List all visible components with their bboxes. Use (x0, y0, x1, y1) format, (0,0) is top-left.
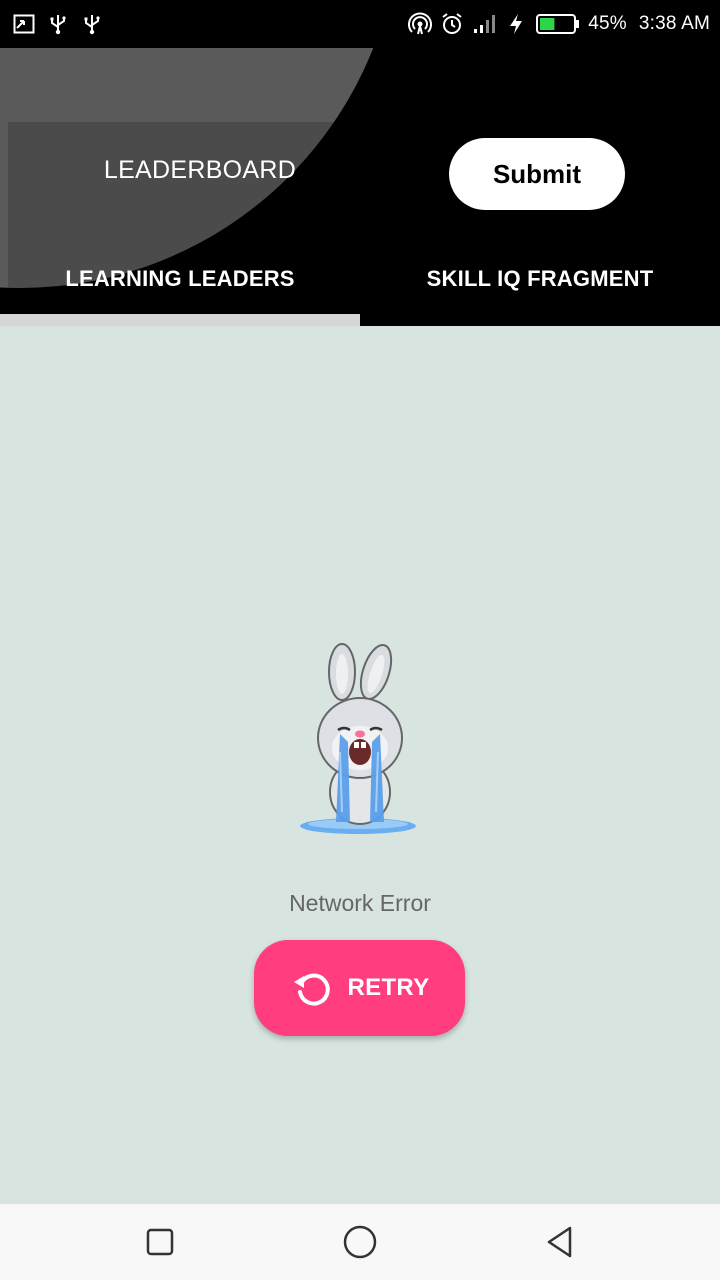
system-nav-bar (0, 1204, 720, 1280)
clock: 3:38 AM (638, 13, 710, 34)
status-bar-right: 45% 3:38 AM (408, 0, 710, 48)
app-header: LEADERBOARD Submit LEARNING LEADERS SKIL… (0, 48, 720, 326)
tab-indicator (0, 314, 360, 326)
page-title: LEADERBOARD (103, 156, 297, 184)
back-icon[interactable] (540, 1222, 580, 1262)
error-message: Network Error (289, 890, 431, 916)
hotspot-icon (408, 12, 433, 36)
retry-label: RETRY (347, 974, 430, 1001)
battery-percent: 45% (588, 13, 627, 34)
signal-icon (472, 12, 496, 36)
recents-icon[interactable] (140, 1222, 180, 1262)
tab-skill-iq-fragment[interactable]: SKILL IQ FRAGMENT (360, 244, 720, 314)
usb-icon (80, 12, 104, 36)
submit-button[interactable]: Submit (449, 138, 625, 210)
main-content: Network Error RETRY (0, 326, 720, 1204)
retry-button[interactable]: RETRY (254, 940, 465, 1036)
charging-icon (504, 12, 528, 36)
status-bar-left (12, 0, 104, 48)
screenshot-icon (12, 12, 36, 36)
tab-learning-leaders[interactable]: LEARNING LEADERS (0, 244, 360, 314)
usb-icon (46, 12, 70, 36)
refresh-icon (290, 966, 334, 1010)
battery-icon (536, 13, 580, 35)
home-icon[interactable] (340, 1222, 380, 1262)
status-bar: 45% 3:38 AM (0, 0, 720, 48)
crying-bunny-icon (290, 642, 430, 838)
alarm-icon (440, 12, 464, 36)
